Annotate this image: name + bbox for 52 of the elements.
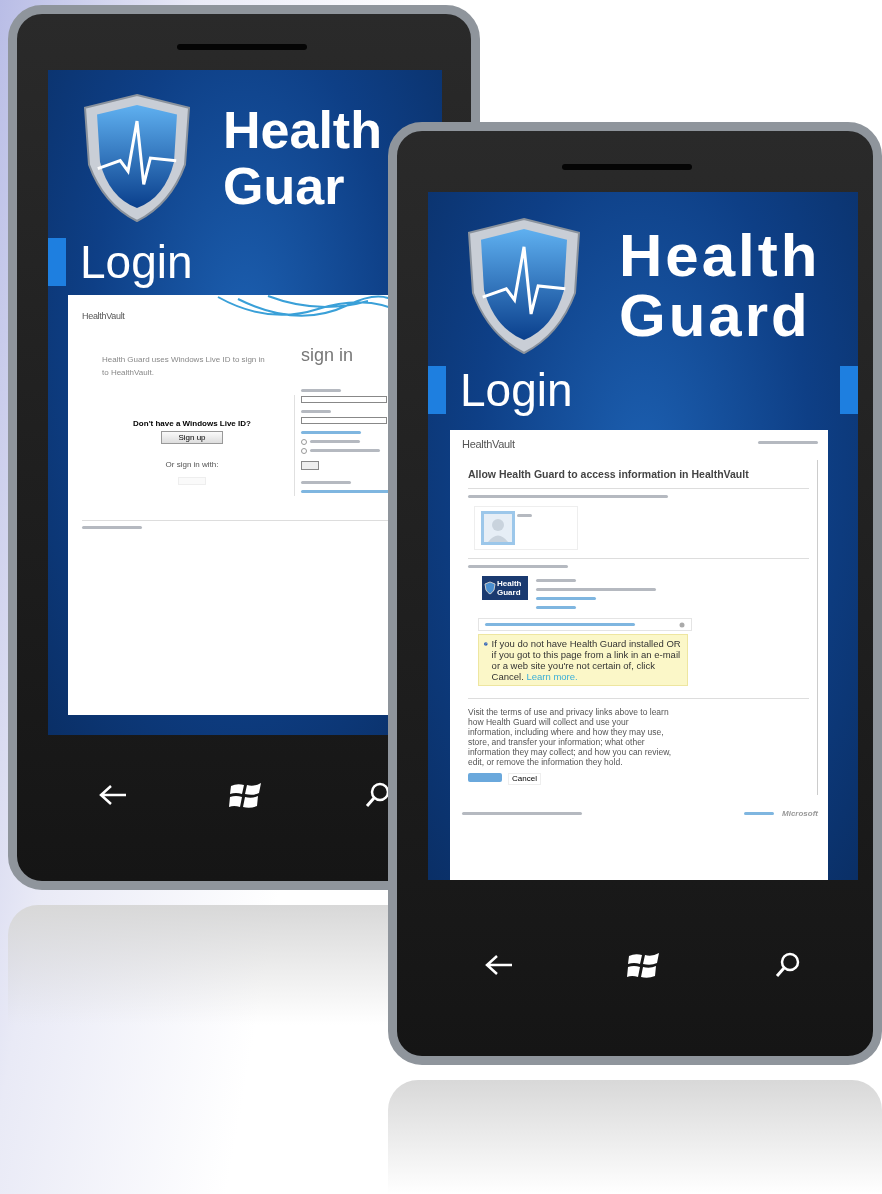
page-heading: Allow Health Guard to access information in HealthVault bbox=[468, 468, 750, 480]
blurred-text-line bbox=[310, 449, 380, 452]
warning-text: If you do not have Health Guard installed OR if you got to this page from a link in an e-mail or a web site you're not certain of, click Cancel. Learn more. bbox=[491, 638, 682, 682]
search-icon bbox=[773, 951, 802, 979]
healthvault-logo: HealthVault bbox=[462, 438, 515, 450]
accent-bar bbox=[428, 366, 446, 414]
healthvault-logo: HealthVault bbox=[82, 311, 126, 321]
app-title: Guard bbox=[619, 286, 812, 346]
sign-up-button[interactable]: Sign up bbox=[161, 431, 223, 444]
app-title: Guar bbox=[223, 158, 346, 214]
windows-logo-icon bbox=[229, 780, 263, 810]
blurred-text-line bbox=[536, 606, 576, 609]
blurred-text-line bbox=[536, 579, 576, 582]
radio-button[interactable] bbox=[301, 447, 307, 454]
blurred-text-line bbox=[82, 526, 142, 529]
blurred-text-line bbox=[536, 597, 596, 600]
app-title: Health bbox=[223, 102, 382, 158]
blurred-text-line bbox=[301, 410, 331, 413]
back-arrow-icon bbox=[98, 783, 129, 807]
radio-button[interactable] bbox=[301, 438, 307, 445]
shield-icon bbox=[484, 581, 496, 595]
app-logo-text: Guard bbox=[497, 588, 522, 597]
id-field[interactable] bbox=[301, 396, 387, 403]
prompt-text: Don't have a Windows Live ID? bbox=[133, 419, 251, 428]
accent-bar bbox=[48, 238, 66, 286]
sign-in-heading: sign in bbox=[301, 345, 355, 366]
blurred-text-line bbox=[301, 389, 341, 392]
page-title: Login bbox=[80, 235, 194, 289]
alt-sign-in-text: Or sign in with: bbox=[165, 460, 219, 469]
blurred-text-line bbox=[301, 431, 361, 434]
terms-paragraph: Visit the terms of use and privacy links above to learn how Health Guard will collect and use your information, including where and how they may use, store, and transfer your information; what other information they may collect; and how you can review, edit, or remove the information they hold. bbox=[468, 707, 673, 767]
shield-heartbeat-icon bbox=[465, 216, 583, 356]
shield-heartbeat-icon bbox=[81, 92, 193, 224]
avatar-icon bbox=[481, 511, 515, 545]
blurred-text-line bbox=[744, 812, 774, 815]
submit-button[interactable] bbox=[301, 461, 319, 470]
app-title: Health bbox=[619, 226, 821, 286]
windows-logo-icon bbox=[627, 950, 661, 980]
primary-button[interactable] bbox=[468, 773, 502, 782]
blurred-text-line bbox=[758, 441, 818, 444]
brand-text: Microsoft bbox=[782, 809, 818, 818]
password-field[interactable] bbox=[301, 417, 387, 424]
expand-icon bbox=[679, 621, 685, 628]
app-logo-text: Health bbox=[497, 579, 522, 588]
back-arrow-icon bbox=[484, 953, 515, 977]
blurred-text-line bbox=[517, 514, 532, 517]
accent-bar bbox=[840, 366, 858, 414]
blurred-text-line bbox=[310, 440, 360, 443]
intro-text: Health Guard uses Windows Live ID to sign in to HealthVault. bbox=[102, 354, 266, 379]
page-title: Login bbox=[460, 363, 574, 417]
blurred-text-line bbox=[301, 481, 351, 484]
cancel-button[interactable]: Cancel bbox=[508, 773, 541, 785]
